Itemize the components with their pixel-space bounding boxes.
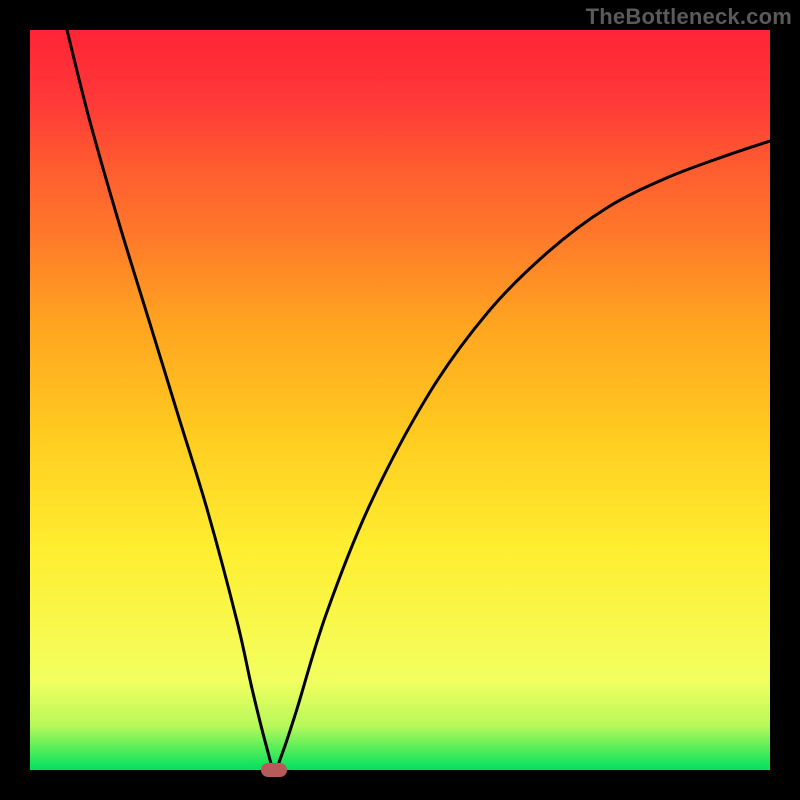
optimal-marker — [261, 763, 287, 777]
bottleneck-curve — [67, 30, 770, 770]
watermark-text: TheBottleneck.com — [586, 4, 792, 30]
chart-frame: TheBottleneck.com — [0, 0, 800, 800]
curve-svg — [30, 30, 770, 770]
plot-area — [30, 30, 770, 770]
